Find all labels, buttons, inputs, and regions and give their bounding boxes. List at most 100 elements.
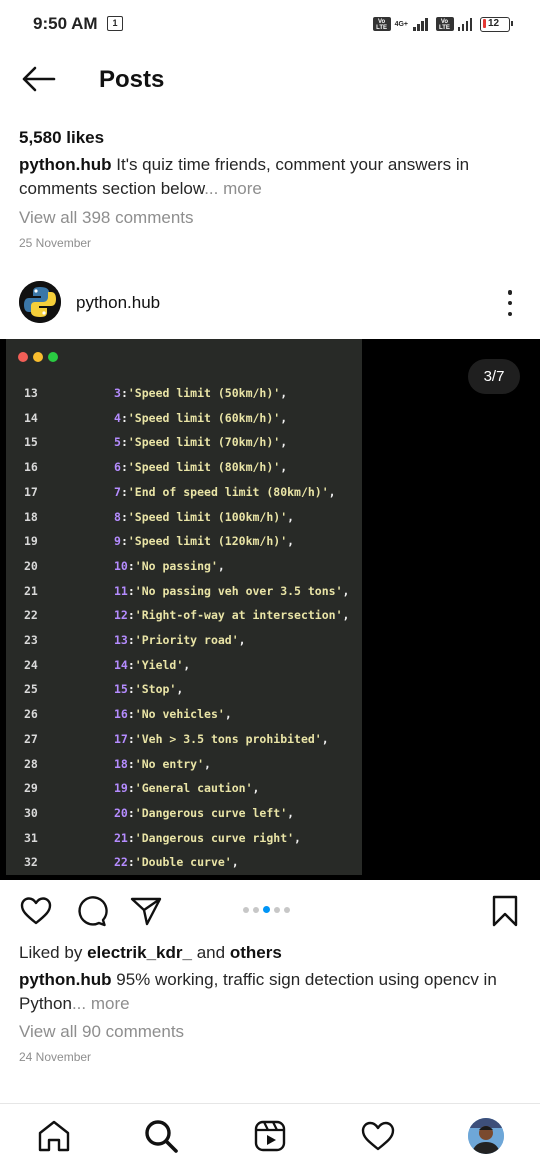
- dict-key: 9: [114, 534, 121, 549]
- more-link[interactable]: ... more: [204, 179, 262, 198]
- like-button[interactable]: [19, 894, 53, 928]
- colon: :: [127, 781, 135, 796]
- colon: :: [120, 435, 128, 450]
- dict-key: 16: [114, 707, 128, 722]
- dict-key: 8: [114, 509, 121, 524]
- colon: :: [120, 410, 128, 425]
- dict-key: 20: [114, 805, 128, 820]
- python-logo-icon: [19, 281, 61, 323]
- liked-by-prefix: Liked by: [19, 943, 83, 962]
- carousel-dot: [284, 906, 290, 913]
- search-icon: [145, 1120, 178, 1153]
- post-image[interactable]: 13 3:'Speed limit (50km/h)', 14 4:'Speed li…: [0, 339, 540, 880]
- caption-username-2[interactable]: python.hub: [19, 970, 112, 989]
- code-text: 3:'Speed limit (50km/h)',: [114, 381, 287, 405]
- comma: ,: [176, 682, 184, 697]
- code-line: 28 18:'No entry',: [6, 752, 362, 776]
- dict-value: 'Speed limit (60km/h)': [127, 410, 281, 425]
- post-date: 25 November: [19, 236, 92, 250]
- battery-icon: 12: [480, 16, 513, 32]
- code-text: 20:'Dangerous curve left',: [114, 801, 294, 825]
- dict-key: 22: [114, 855, 128, 870]
- dict-key: 6: [114, 460, 121, 475]
- status-time: 9:50 AM: [33, 14, 98, 33]
- line-number: 22: [24, 608, 38, 623]
- code-text: 11:'No passing veh over 3.5 tons',: [114, 579, 349, 603]
- liked-by-others[interactable]: others: [230, 943, 282, 962]
- colon: :: [127, 731, 135, 746]
- dict-value: 'General caution': [134, 781, 253, 796]
- share-button[interactable]: [129, 894, 163, 928]
- line-number: 29: [24, 781, 38, 796]
- back-button[interactable]: [20, 64, 56, 94]
- kebab-icon[interactable]: [506, 290, 514, 316]
- post-username[interactable]: python.hub: [76, 293, 160, 313]
- battery-level: 12: [488, 17, 500, 29]
- dict-key: 14: [114, 657, 128, 672]
- nav-activity[interactable]: [360, 1118, 396, 1154]
- caption-username[interactable]: python.hub: [19, 155, 112, 174]
- dict-value: 'Dangerous curve left': [134, 805, 288, 820]
- code-window: 13 3:'Speed limit (50km/h)', 14 4:'Speed li…: [6, 339, 362, 875]
- colon: :: [127, 682, 135, 697]
- code-line: 23 13:'Priority road',: [6, 628, 362, 652]
- view-comments-link[interactable]: View all 398 comments: [19, 208, 194, 228]
- colon: :: [127, 583, 135, 598]
- avatar[interactable]: [19, 281, 61, 323]
- colon: :: [127, 805, 135, 820]
- code-line: 18 8:'Speed limit (100km/h)',: [6, 505, 362, 529]
- code-line: 29 19:'General caution',: [6, 776, 362, 800]
- code-text: 19:'General caution',: [114, 776, 259, 800]
- colon: :: [120, 484, 128, 499]
- line-number: 13: [24, 386, 38, 400]
- comma: ,: [204, 756, 211, 771]
- code-line: 14 4:'Speed limit (60km/h)',: [6, 406, 362, 430]
- carousel-dot: [243, 906, 249, 913]
- dict-key: 10: [114, 558, 128, 573]
- liked-by: Liked by electrik_kdr_ and others: [19, 943, 282, 963]
- line-number: 19: [24, 534, 38, 549]
- carousel-dot: [263, 906, 270, 913]
- dict-key: 5: [114, 435, 121, 450]
- heart-icon: [20, 897, 52, 925]
- code-text: 5:'Speed limit (70km/h)',: [114, 430, 287, 454]
- save-button[interactable]: [488, 894, 522, 928]
- nav-search[interactable]: [143, 1118, 179, 1154]
- code-line: 26 16:'No vehicles',: [6, 702, 362, 726]
- dict-key: 3: [114, 386, 121, 400]
- comment-button[interactable]: [74, 894, 108, 928]
- line-number: 20: [24, 558, 38, 573]
- comma: ,: [328, 484, 336, 499]
- colon: :: [120, 386, 128, 400]
- view-comments-link-2[interactable]: View all 90 comments: [19, 1022, 184, 1042]
- code-line: 19 9:'Speed limit (120km/h)',: [6, 529, 362, 553]
- nav-home[interactable]: [36, 1118, 72, 1154]
- line-number: 21: [24, 583, 38, 598]
- line-number: 24: [24, 657, 38, 672]
- dict-value: 'No passing': [134, 558, 218, 573]
- code-text: 8:'Speed limit (100km/h)',: [114, 505, 294, 529]
- line-number: 14: [24, 410, 38, 425]
- comma: ,: [342, 583, 350, 598]
- avatar[interactable]: [468, 1118, 504, 1154]
- liked-by-user[interactable]: electrik_kdr_: [87, 943, 192, 962]
- post-actions: [0, 890, 540, 934]
- maximize-dot: [48, 352, 58, 362]
- likes-count[interactable]: 5,580 likes: [19, 128, 104, 148]
- code-line: 21 11:'No passing veh over 3.5 tons',: [6, 579, 362, 603]
- carousel-dot: [253, 906, 259, 913]
- more-link-2[interactable]: ... more: [72, 994, 130, 1013]
- line-number: 16: [24, 460, 38, 475]
- code-text: 12:'Right-of-way at intersection',: [114, 603, 349, 627]
- dict-value: 'Stop': [134, 682, 177, 697]
- nav-reels[interactable]: [252, 1118, 288, 1154]
- comma: ,: [280, 460, 288, 475]
- dict-value: 'No vehicles': [134, 707, 225, 722]
- dict-value: 'Yield': [134, 657, 184, 672]
- dict-key: 11: [114, 583, 128, 598]
- line-number: 17: [24, 484, 38, 499]
- colon: :: [120, 460, 128, 475]
- comma: ,: [287, 534, 295, 549]
- dict-value: 'Speed limit (80km/h)': [127, 460, 281, 475]
- dict-key: 4: [114, 410, 121, 425]
